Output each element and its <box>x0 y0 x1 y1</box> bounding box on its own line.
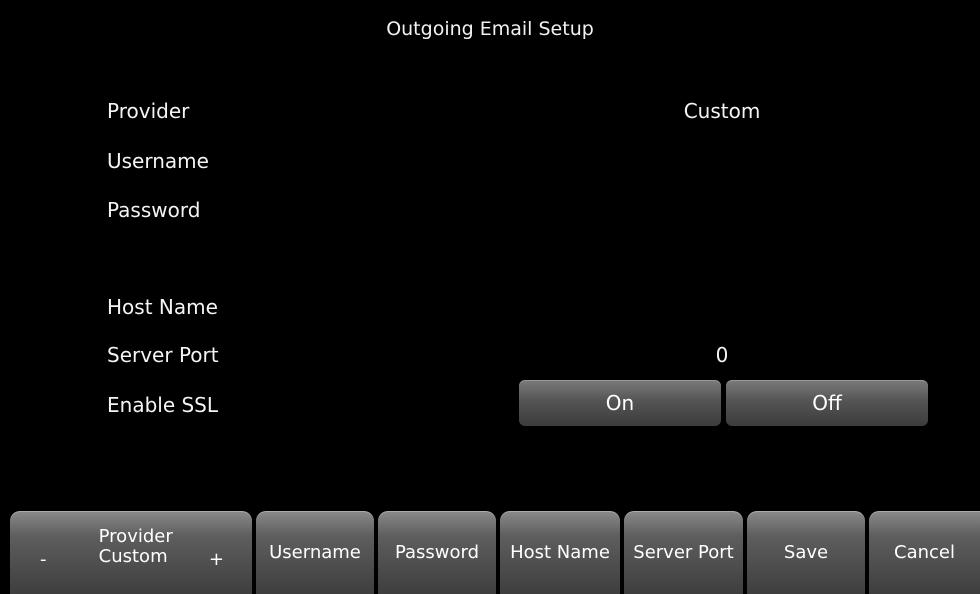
server-port-softkey-label: Server Port <box>633 542 734 563</box>
server-port-value: 0 <box>715 343 729 367</box>
provider-softkey[interactable]: - Provider Custom + <box>10 511 252 594</box>
save-softkey[interactable]: Save <box>747 511 865 594</box>
ssl-on-button[interactable]: On <box>519 380 721 426</box>
cancel-softkey-label: Cancel <box>894 542 955 563</box>
host-name-label: Host Name <box>107 295 218 319</box>
username-softkey[interactable]: Username <box>256 511 374 594</box>
password-softkey-label: Password <box>394 542 480 563</box>
cancel-softkey[interactable]: Cancel <box>869 511 980 594</box>
ssl-off-label: Off <box>812 391 842 415</box>
save-softkey-label: Save <box>783 542 829 563</box>
username-label: Username <box>107 149 209 173</box>
password-softkey[interactable]: Password <box>378 511 496 594</box>
password-label: Password <box>107 198 201 222</box>
provider-increment-button[interactable]: + <box>209 549 224 570</box>
enable-ssl-label: Enable SSL <box>107 393 219 417</box>
provider-softkey-value: Custom <box>98 545 168 567</box>
provider-softkey-text: Provider Custom <box>98 525 173 567</box>
ssl-on-label: On <box>605 391 635 415</box>
provider-decrement-button[interactable]: - <box>40 549 47 570</box>
ssl-off-button[interactable]: Off <box>726 380 928 426</box>
server-port-label: Server Port <box>107 343 219 367</box>
provider-softkey-label: Provider <box>98 525 173 547</box>
username-softkey-label: Username <box>269 542 361 563</box>
server-port-softkey[interactable]: Server Port <box>624 511 743 594</box>
host-name-softkey[interactable]: Host Name <box>500 511 620 594</box>
page-title: Outgoing Email Setup <box>386 18 594 40</box>
provider-label: Provider <box>107 99 190 123</box>
provider-value: Custom <box>683 99 761 123</box>
host-name-softkey-label: Host Name <box>510 542 610 563</box>
